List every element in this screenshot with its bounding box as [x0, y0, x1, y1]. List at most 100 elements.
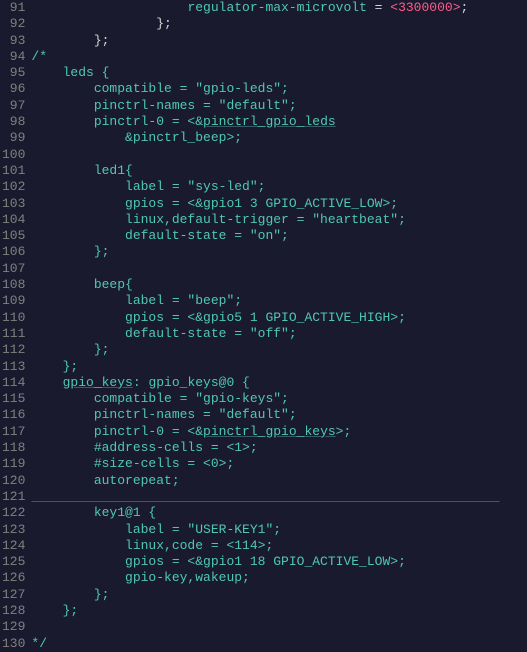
code-token: label = "USER-KEY1";: [31, 522, 281, 537]
code-token: };: [31, 33, 109, 48]
code-token: gpios = <&gpio1 18 GPIO_ACTIVE_LOW>;: [31, 554, 405, 569]
code-line[interactable]: pinctrl-names = "default";: [31, 98, 527, 114]
code-token: =: [367, 0, 390, 15]
code-token: */: [31, 636, 47, 651]
code-line[interactable]: beep{: [31, 277, 527, 293]
code-token: <3300000>: [390, 0, 460, 15]
code-line[interactable]: pinctrl-0 = <&pinctrl_gpio_leds: [31, 114, 527, 130]
code-line[interactable]: gpio_keys: gpio_keys@0 {: [31, 375, 527, 391]
code-line[interactable]: key1@1 {: [31, 505, 527, 521]
code-line[interactable]: };: [31, 342, 527, 358]
code-line[interactable]: };: [31, 16, 527, 32]
line-number: 110: [2, 310, 25, 326]
code-line[interactable]: gpios = <&gpio1 3 GPIO_ACTIVE_LOW>;: [31, 196, 527, 212]
code-token: regulator-max-microvolt: [187, 0, 366, 15]
code-line[interactable]: label = "sys-led";: [31, 179, 527, 195]
code-token: };: [31, 244, 109, 259]
line-number: 103: [2, 196, 25, 212]
code-token: beep{: [31, 277, 132, 292]
code-line[interactable]: pinctrl-0 = <&pinctrl_gpio_keys>;: [31, 424, 527, 440]
line-number: 114: [2, 375, 25, 391]
code-token: default-state = "off";: [31, 326, 296, 341]
line-number: 116: [2, 407, 25, 423]
code-line[interactable]: leds {: [31, 65, 527, 81]
line-number: 97: [2, 98, 25, 114]
line-number: 98: [2, 114, 25, 130]
code-line[interactable]: gpios = <&gpio1 18 GPIO_ACTIVE_LOW>;: [31, 554, 527, 570]
code-line[interactable]: };: [31, 587, 527, 603]
line-number: 123: [2, 522, 25, 538]
code-token: };: [31, 587, 109, 602]
code-line[interactable]: label = "beep";: [31, 293, 527, 309]
code-token: /*: [31, 49, 47, 64]
code-token: pinctrl_gpio_keys: [203, 424, 336, 439]
code-line[interactable]: };: [31, 244, 527, 260]
code-line[interactable]: #size-cells = <0>;: [31, 456, 527, 472]
line-number: 124: [2, 538, 25, 554]
code-token: };: [31, 603, 78, 618]
code-token: };: [31, 342, 109, 357]
code-token: autorepeat;: [31, 473, 179, 488]
code-line[interactable]: pinctrl-names = "default";: [31, 407, 527, 423]
line-number: 120: [2, 473, 25, 489]
line-number: 118: [2, 440, 25, 456]
code-line[interactable]: };: [31, 603, 527, 619]
line-number: 113: [2, 359, 25, 375]
code-token: pinctrl-0 = <&: [31, 114, 203, 129]
code-line[interactable]: default-state = "on";: [31, 228, 527, 244]
code-line[interactable]: &pinctrl_beep>;: [31, 130, 527, 146]
code-token: pinctrl-names = "default";: [31, 98, 296, 113]
line-number: 91: [2, 0, 25, 16]
code-token: : gpio_keys@0 {: [133, 375, 250, 390]
code-line[interactable]: regulator-max-microvolt = <3300000>;: [31, 0, 527, 16]
code-line[interactable]: };: [31, 359, 527, 375]
code-token: label = "sys-led";: [31, 179, 265, 194]
line-number: 112: [2, 342, 25, 358]
line-number: 93: [2, 33, 25, 49]
code-line[interactable]: gpio-key,wakeup;: [31, 570, 527, 586]
code-token: default-state = "on";: [31, 228, 288, 243]
code-token: ;: [461, 0, 469, 15]
code-line[interactable]: led1{: [31, 163, 527, 179]
code-editor[interactable]: 9192939495969798991001011021031041051061…: [0, 0, 527, 652]
code-token: };: [31, 16, 171, 31]
code-line[interactable]: /*: [31, 49, 527, 65]
code-line[interactable]: [31, 619, 527, 635]
code-token: gpios = <&gpio5 1 GPIO_ACTIVE_HIGH>;: [31, 310, 405, 325]
line-number: 108: [2, 277, 25, 293]
code-line[interactable]: */: [31, 636, 527, 652]
code-line[interactable]: };: [31, 33, 527, 49]
code-content[interactable]: regulator-max-microvolt = <3300000>; }; …: [31, 0, 527, 652]
code-token: pinctrl-names = "default";: [31, 407, 296, 422]
code-line[interactable]: compatible = "gpio-leds";: [31, 81, 527, 97]
code-line[interactable]: label = "USER-KEY1";: [31, 522, 527, 538]
code-token: };: [31, 359, 78, 374]
code-token: [31, 489, 499, 504]
code-line[interactable]: compatible = "gpio-keys";: [31, 391, 527, 407]
line-number: 102: [2, 179, 25, 195]
code-line[interactable]: linux,code = <114>;: [31, 538, 527, 554]
code-token: label = "beep";: [31, 293, 242, 308]
code-line[interactable]: gpios = <&gpio5 1 GPIO_ACTIVE_HIGH>;: [31, 310, 527, 326]
code-token: >;: [336, 424, 352, 439]
code-line[interactable]: autorepeat;: [31, 473, 527, 489]
line-number: 101: [2, 163, 25, 179]
code-line[interactable]: linux,default-trigger = "heartbeat";: [31, 212, 527, 228]
line-number: 104: [2, 212, 25, 228]
code-token: linux,default-trigger = "heartbeat";: [31, 212, 405, 227]
line-number: 129: [2, 619, 25, 635]
line-number: 122: [2, 505, 25, 521]
line-number: 125: [2, 554, 25, 570]
line-number-gutter: 9192939495969798991001011021031041051061…: [0, 0, 31, 652]
code-token: gpio-key,wakeup;: [31, 570, 249, 585]
line-number: 127: [2, 587, 25, 603]
line-number: 96: [2, 81, 25, 97]
line-number: 92: [2, 16, 25, 32]
code-line[interactable]: [31, 261, 527, 277]
line-number: 111: [2, 326, 25, 342]
code-line[interactable]: default-state = "off";: [31, 326, 527, 342]
code-line[interactable]: #address-cells = <1>;: [31, 440, 527, 456]
code-line[interactable]: [31, 147, 527, 163]
code-line[interactable]: [31, 489, 527, 505]
line-number: 130: [2, 636, 25, 652]
